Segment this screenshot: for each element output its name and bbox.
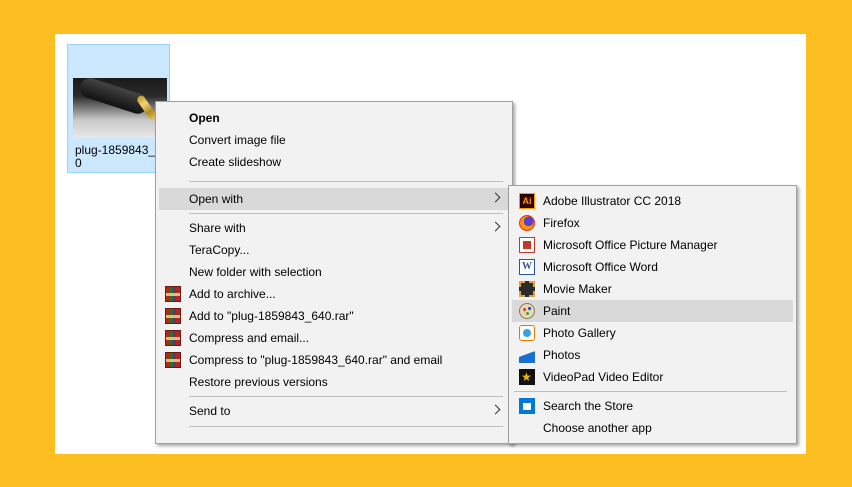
- menu-item-create-slideshow[interactable]: Create slideshow: [159, 151, 509, 173]
- app-label: Microsoft Office Picture Manager: [543, 238, 718, 252]
- menu-item-label: Compress and email...: [189, 331, 310, 345]
- menu-separator: [189, 181, 503, 182]
- firefox-icon: [519, 215, 535, 231]
- menu-item-label: New folder with selection: [189, 265, 322, 279]
- menu-item-send-to[interactable]: Send to: [159, 400, 509, 422]
- menu-item-compress-to-rar-and-email[interactable]: Compress to "plug-1859843_640.rar" and e…: [159, 349, 509, 371]
- menu-item-restore-previous-versions[interactable]: Restore previous versions: [159, 371, 509, 393]
- word-icon: W: [519, 259, 535, 275]
- app-label: Adobe Illustrator CC 2018: [543, 194, 682, 208]
- app-choose-another-app[interactable]: Choose another app: [512, 417, 793, 439]
- app-videopad[interactable]: VideoPad Video Editor: [512, 366, 793, 388]
- menu-item-open-with[interactable]: Open with: [159, 188, 509, 210]
- menu-item-label: Send to: [189, 404, 231, 418]
- menu-separator: [514, 391, 787, 392]
- winrar-icon: [165, 330, 181, 346]
- menu-item-teracopy[interactable]: TeraCopy...: [159, 239, 509, 261]
- app-search-the-store[interactable]: Search the Store: [512, 395, 793, 417]
- menu-item-label: Open with: [189, 192, 244, 206]
- app-label: Firefox: [543, 216, 580, 230]
- menu-item-label: TeraCopy...: [189, 243, 250, 257]
- winrar-icon: [165, 308, 181, 324]
- app-label: Movie Maker: [543, 282, 612, 296]
- paint-icon: [519, 303, 535, 319]
- movie-maker-icon: [519, 281, 535, 297]
- menu-item-label: Compress to "plug-1859843_640.rar" and e…: [189, 353, 443, 367]
- app-label: Choose another app: [543, 421, 652, 435]
- store-icon: [519, 398, 535, 414]
- videopad-icon: [519, 369, 535, 385]
- app-word[interactable]: W Microsoft Office Word: [512, 256, 793, 278]
- winrar-icon: [165, 286, 181, 302]
- menu-item-open[interactable]: Open: [159, 107, 509, 129]
- app-photo-gallery[interactable]: Photo Gallery: [512, 322, 793, 344]
- menu-item-label: Restore previous versions: [189, 375, 328, 389]
- menu-item-label: Convert image file: [189, 133, 286, 147]
- app-photos[interactable]: Photos: [512, 344, 793, 366]
- context-menu: Open Convert image file Create slideshow…: [155, 101, 513, 444]
- menu-item-add-to-rar[interactable]: Add to "plug-1859843_640.rar": [159, 305, 509, 327]
- photos-icon: [519, 347, 535, 363]
- menu-separator: [189, 426, 503, 427]
- menu-item-label: Add to archive...: [189, 287, 276, 301]
- menu-item-add-to-archive[interactable]: Add to archive...: [159, 283, 509, 305]
- menu-item-new-folder-with-selection[interactable]: New folder with selection: [159, 261, 509, 283]
- open-with-submenu: Ai Adobe Illustrator CC 2018 Firefox Mic…: [508, 185, 797, 444]
- app-label: Search the Store: [543, 399, 634, 413]
- chevron-right-icon: [490, 221, 501, 232]
- illustrator-icon: Ai: [519, 193, 535, 209]
- app-label: VideoPad Video Editor: [543, 370, 664, 384]
- menu-item-compress-and-email[interactable]: Compress and email...: [159, 327, 509, 349]
- app-firefox[interactable]: Firefox: [512, 212, 793, 234]
- app-picture-manager[interactable]: Microsoft Office Picture Manager: [512, 234, 793, 256]
- app-label: Paint: [543, 304, 571, 318]
- chevron-right-icon: [490, 192, 501, 203]
- app-paint[interactable]: Paint: [512, 300, 793, 322]
- menu-item-label: Add to "plug-1859843_640.rar": [189, 309, 354, 323]
- chevron-right-icon: [490, 404, 501, 415]
- menu-item-share-with[interactable]: Share with: [159, 217, 509, 239]
- app-movie-maker[interactable]: Movie Maker: [512, 278, 793, 300]
- menu-separator: [189, 213, 503, 214]
- menu-item-label: Create slideshow: [189, 155, 282, 169]
- menu-separator: [189, 396, 503, 397]
- menu-item-label: Open: [189, 111, 220, 125]
- app-adobe-illustrator[interactable]: Ai Adobe Illustrator CC 2018: [512, 190, 793, 212]
- app-label: Photos: [543, 348, 581, 362]
- winrar-icon: [165, 352, 181, 368]
- app-label: Microsoft Office Word: [543, 260, 658, 274]
- photo-gallery-icon: [519, 325, 535, 341]
- image-thumbnail-icon: [73, 78, 167, 138]
- menu-item-convert-image-file[interactable]: Convert image file: [159, 129, 509, 151]
- menu-item-label: Share with: [189, 221, 246, 235]
- picture-manager-icon: [519, 237, 535, 253]
- app-label: Photo Gallery: [543, 326, 616, 340]
